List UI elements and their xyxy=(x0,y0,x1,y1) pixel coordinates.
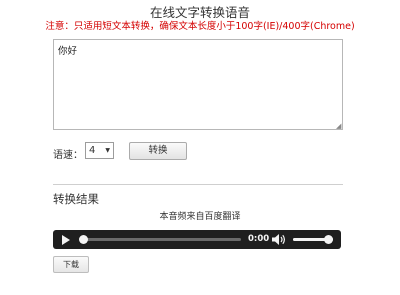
speed-select[interactable]: 4 ▼ xyxy=(85,142,114,159)
dropdown-arrow-icon: ▼ xyxy=(105,147,110,154)
volume-knob[interactable] xyxy=(324,235,333,244)
text-input[interactable] xyxy=(53,39,343,130)
audio-source-text: 本音频来自百度翻译 xyxy=(159,212,241,222)
speed-label: 语速： xyxy=(53,150,83,161)
progress-track[interactable] xyxy=(81,238,241,241)
section-divider xyxy=(53,184,343,185)
speed-selected-value: 4 xyxy=(89,145,96,156)
resize-grip-icon[interactable]: ◢ xyxy=(336,123,343,130)
length-notice: 注意：只适用短文本转换，确保文本长度小于100字(IE)/400字(Chrome… xyxy=(45,21,355,32)
play-icon[interactable] xyxy=(62,235,70,245)
volume-slider[interactable] xyxy=(293,235,333,244)
audio-player: 0:00 xyxy=(53,230,341,249)
volume-icon[interactable] xyxy=(272,234,286,245)
progress-knob[interactable] xyxy=(79,235,88,244)
download-button[interactable]: 下载 xyxy=(53,256,89,273)
time-display: 0:00 xyxy=(248,234,270,244)
convert-button[interactable]: 转换 xyxy=(129,142,187,160)
result-heading: 转换结果 xyxy=(53,192,99,206)
